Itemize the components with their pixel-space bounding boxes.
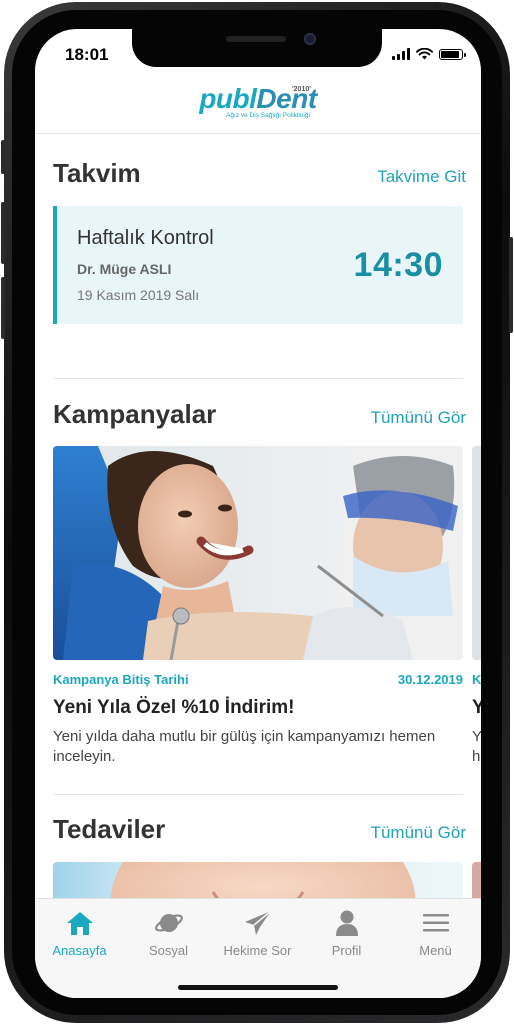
campaign-end-label: Kampanya Bitiş Tarihi [53, 672, 189, 687]
power-button [509, 237, 513, 333]
wifi-icon [416, 48, 433, 60]
speaker-grille [226, 36, 286, 42]
campaign-description: Yeni yılda daha mutlu bir gülüş için kam… [53, 728, 436, 765]
appointment-date: 19 Kasım 2019 Salı [77, 287, 200, 303]
next-campaign-meta: K [472, 672, 481, 687]
section-divider [53, 378, 463, 379]
campaign-end-date: 30.12.2019 [397, 672, 463, 687]
brand-logo: publDent '2010' Ağız ve Diş Sağlığı Poli… [35, 83, 481, 119]
campaigns-section-header: Kampanyalar Tümünü Gör [53, 399, 466, 430]
appointment-title: Haftalık Kontrol [77, 227, 214, 249]
calendar-title: Takvim [53, 158, 141, 188]
next-campaign-image [472, 446, 481, 660]
tab-menu[interactable]: Menü [391, 899, 480, 969]
cellular-signal-icon [392, 48, 410, 60]
tab-profile[interactable]: Profil [302, 899, 391, 969]
notch [132, 29, 382, 67]
tab-ask-doctor[interactable]: Hekime Sor [213, 899, 302, 969]
next-campaign-card-peek[interactable]: K Y Y h [472, 446, 481, 767]
paper-plane-icon [244, 910, 271, 935]
calendar-section-header: Takvim Takvime Git [53, 158, 466, 189]
treatment-card-image[interactable] [53, 862, 463, 898]
appointment-time: 14:30 [353, 246, 443, 284]
campaign-title: Yeni Yıla Özel %10 İndirim! [53, 697, 295, 718]
next-campaign-title: Y [472, 697, 481, 718]
campaign-card[interactable]: Kampanya Bitiş Tarihi 30.12.2019 Yeni Yı… [53, 446, 463, 767]
person-icon [335, 910, 358, 936]
tab-social[interactable]: Sosyal [124, 899, 213, 969]
tab-profile-label: Profil [331, 943, 362, 958]
hamburger-icon [422, 914, 449, 932]
campaigns-see-all-link[interactable]: Tümünü Gör [371, 408, 466, 428]
logo-text-publ: publ [199, 83, 257, 114]
app-screen: 18:01 publDent '2010' Ağız ve Diş Sağlığ… [35, 29, 481, 998]
tab-ask-doctor-label: Hekime Sor [223, 943, 292, 958]
treatments-title: Tedaviler [53, 814, 166, 844]
mute-switch [1, 140, 5, 174]
campaigns-title: Kampanyalar [53, 399, 217, 429]
home-icon [66, 912, 93, 935]
appointment-doctor: Dr. Müge ASLI [77, 261, 172, 277]
status-icons [392, 48, 466, 60]
dental-patient-photo [53, 446, 463, 660]
appointment-card[interactable]: Haftalık Kontrol Dr. Müge ASLI 19 Kasım … [53, 206, 463, 324]
next-treatment-card-peek[interactable] [472, 862, 481, 898]
tab-home-label: Anasayfa [52, 943, 107, 958]
planet-icon [154, 914, 183, 932]
next-campaign-desc-line1: Y [472, 728, 481, 745]
battery-icon [439, 48, 466, 60]
go-to-calendar-link[interactable]: Takvime Git [377, 167, 466, 187]
tab-bar: Anasayfa Sosyal Hekime Sor Profil Menü [35, 898, 481, 998]
home-indicator[interactable] [178, 985, 338, 990]
front-camera [304, 33, 316, 45]
appointment-accent-bar [53, 206, 57, 324]
home-scroll-content[interactable]: Takvim Takvime Git Haftalık Kontrol Dr. … [35, 134, 481, 898]
section-divider [53, 794, 463, 795]
treatments-see-all-link[interactable]: Tümünü Gör [371, 823, 466, 843]
tab-social-label: Sosyal [148, 943, 189, 958]
tab-home[interactable]: Anasayfa [35, 899, 124, 969]
tab-menu-label: Menü [419, 943, 452, 958]
treatments-section-header: Tedaviler Tümünü Gör [53, 814, 466, 845]
next-campaign-desc-line2: h [472, 748, 481, 765]
status-time: 18:01 [65, 45, 109, 64]
smile-photo [53, 862, 463, 898]
logo-subtitle: Ağız ve Diş Sağlığı Polikliniği [226, 112, 310, 119]
campaign-image [53, 446, 463, 660]
volume-up-button [1, 202, 5, 264]
logo-year: '2010' [292, 86, 311, 93]
volume-down-button [1, 277, 5, 339]
